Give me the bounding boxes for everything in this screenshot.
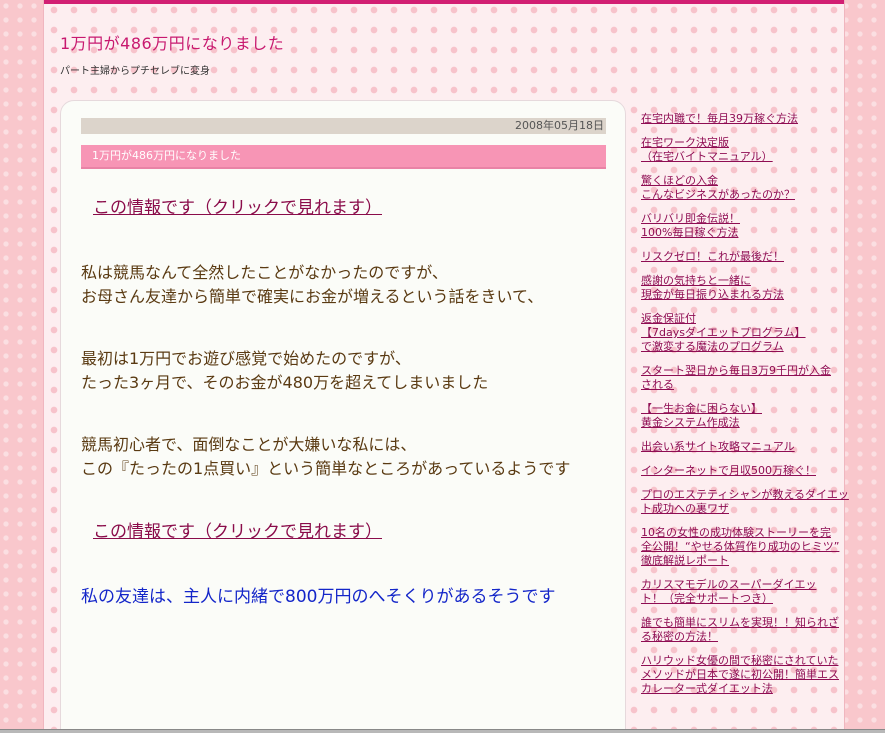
- sidebar-link[interactable]: 出会い系サイト攻略マニュアル: [641, 440, 851, 454]
- info-link-bottom[interactable]: この情報です（クリックで見れます）: [93, 517, 611, 542]
- sidebar-link[interactable]: 在宅ワーク決定版 （在宅バイトマニュアル）: [641, 136, 851, 164]
- sidebar: 在宅内職で！毎月39万稼ぐ方法 在宅ワーク決定版 （在宅バイトマニュアル） 驚く…: [641, 112, 851, 706]
- entry-body: この情報です（クリックで見れます） 私は競馬なんて全然したことがなかったのですが…: [81, 193, 611, 607]
- sidebar-link[interactable]: 誰でも簡単にスリムを実現！！知られざ る秘密の方法！: [641, 616, 851, 644]
- entry-date: 2008年05月18日: [81, 118, 606, 134]
- sidebar-link[interactable]: カリスマモデルのスーパーダイエッ ト！（完全サポートつき）: [641, 578, 851, 606]
- paragraph-3-line-1: 競馬初心者で、面倒なことが大嫌いな私には、: [81, 435, 417, 454]
- paragraph-2-line-2: たった3ヶ月で、そのお金が480万を超えてしまいました: [81, 373, 489, 392]
- friend-note: 私の友達は、主人に内緒で800万円のへそくりがあるそうです: [81, 587, 556, 607]
- page-container: 1万円が486万円になりました パート主婦からプチセレブに変身 2008年05月…: [43, 0, 849, 733]
- sidebar-link[interactable]: 感謝の気持ちと一緒に 現金が毎日振り込まれる方法: [641, 274, 851, 302]
- sidebar-link[interactable]: リスクゼロ！これが最後だ！: [641, 250, 851, 264]
- paragraph-2-line-1: 最初は1万円でお遊び感覚で始めたのですが、: [81, 349, 411, 368]
- sidebar-link[interactable]: 返金保証付 【7daysダイエットプログラム】 で激変する魔法のプログラム: [641, 312, 851, 354]
- sidebar-link[interactable]: 10名の女性の成功体験ストーリーを完 全公開！“やせる体質作り成功のヒミツ” 徹…: [641, 526, 851, 568]
- site-title[interactable]: 1万円が486万円になりました: [60, 30, 284, 54]
- sidebar-link[interactable]: ハリウッド女優の間で秘密にされていた メソッドが日本で遂に初公開！簡単エス カレ…: [641, 654, 851, 696]
- window-bottom-edge: [0, 729, 885, 733]
- sidebar-link[interactable]: インターネットで月収500万稼ぐ！: [641, 464, 851, 478]
- paragraph-1-line-2: お母さん友達から簡単で確実にお金が増えるという話をきいて、: [81, 287, 544, 306]
- sidebar-link[interactable]: バリバリ即金伝説！ 100%毎日稼ぐ方法: [641, 212, 851, 240]
- sidebar-link[interactable]: 驚くほどの入金 こんなビジネスがあったのか？: [641, 174, 851, 202]
- paragraph-1-line-1: 私は競馬なんて全然したことがなかったのですが、: [81, 263, 448, 282]
- paragraph-3: 競馬初心者で、面倒なことが大嫌いな私には、 この『たったの1点買い』という簡単な…: [81, 433, 611, 481]
- sidebar-link[interactable]: プロのエステティシャンが教えるダイエッ ト成功への裏ワザ: [641, 488, 851, 516]
- info-link-top[interactable]: この情報です（クリックで見れます）: [93, 193, 611, 218]
- sidebar-link[interactable]: 在宅内職で！毎月39万稼ぐ方法: [641, 112, 851, 126]
- paragraph-3-line-2: この『たったの1点買い』という簡単なところがあっているようです: [81, 459, 571, 478]
- sidebar-link[interactable]: 【一生お金に困らない】 黄金システム作成法: [641, 402, 851, 430]
- paragraph-1: 私は競馬なんて全然したことがなかったのですが、 お母さん友達から簡単で確実にお金…: [81, 261, 611, 309]
- main-content: 2008年05月18日 1万円が486万円になりました この情報です（クリックで…: [60, 100, 626, 733]
- entry-title[interactable]: 1万円が486万円になりました: [81, 145, 606, 169]
- paragraph-2: 最初は1万円でお遊び感覚で始めたのですが、 たった3ヶ月で、そのお金が480万を…: [81, 347, 611, 395]
- site-description: パート主婦からプチセレブに変身: [60, 66, 210, 77]
- top-accent-bar: [44, 0, 844, 4]
- sidebar-link[interactable]: スタート翌日から毎日3万9千円が入金 される: [641, 364, 851, 392]
